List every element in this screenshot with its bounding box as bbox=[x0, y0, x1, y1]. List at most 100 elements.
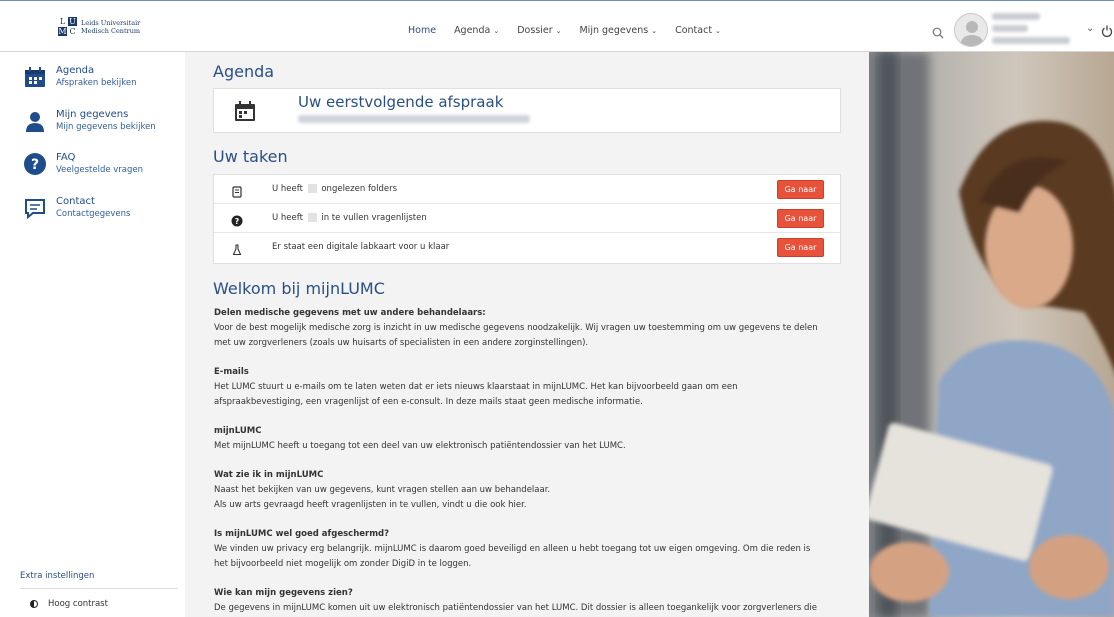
sidebar-item-title: Contact bbox=[56, 196, 95, 207]
next-appointment-card[interactable]: Uw eerstvolgende afspraak bbox=[213, 88, 841, 133]
section-line: het bijvoorbeeld niet mogelijk om zonder… bbox=[214, 559, 472, 569]
sidebar-item-contact[interactable]: Contact Contactgegevens bbox=[22, 195, 130, 221]
section-title: mijnLUMC bbox=[214, 426, 262, 436]
next-appointment-title: Uw eerstvolgende afspraak bbox=[298, 93, 504, 111]
high-contrast-toggle[interactable]: Hoog contrast bbox=[30, 599, 108, 609]
chevron-down-icon: ⌄ bbox=[493, 27, 500, 35]
high-contrast-label: Hoog contrast bbox=[48, 599, 108, 609]
section-title: Is mijnLUMC wel goed afgeschermd? bbox=[214, 529, 390, 539]
appointment-details-redacted bbox=[298, 115, 530, 123]
chevron-down-icon: ⌄ bbox=[715, 27, 721, 35]
lumc-logo[interactable]: L U M C Leids Universitair Medisch Centr… bbox=[58, 17, 140, 36]
section-line: Het LUMC stuurt u e-mails om te laten we… bbox=[214, 382, 738, 392]
task-text: Er staat een digitale labkaart voor u kl… bbox=[272, 242, 450, 252]
task-row: Er staat een digitale labkaart voor u kl… bbox=[214, 233, 840, 262]
sidebar-item-title: FAQ bbox=[56, 152, 76, 163]
nav-mijn-gegevens[interactable]: Mijn gegevens ⌄ bbox=[579, 25, 657, 36]
section-line: De gegevens in mijnLUMC komen uit uw ele… bbox=[214, 603, 817, 613]
section-line: met uw zorgverleners (zoals uw huisarts … bbox=[214, 338, 589, 348]
welcome-section: Is mijnLUMC wel goed afgeschermd? We vin… bbox=[214, 527, 849, 572]
task-row: U heeft ongelezen folders Ga naar bbox=[214, 175, 840, 204]
calendar-icon bbox=[232, 98, 258, 128]
nav-contact-label: Contact bbox=[675, 25, 713, 36]
user-avatar[interactable] bbox=[954, 13, 988, 47]
section-title: Wat zie ik in mijnLUMC bbox=[214, 470, 324, 480]
goto-folders-button[interactable]: Ga naar bbox=[777, 180, 824, 199]
agenda-heading: Agenda bbox=[213, 62, 275, 81]
section-line: Naast het bekijken van uw gegevens, kunt… bbox=[214, 485, 551, 495]
tasks-heading: Uw taken bbox=[213, 147, 288, 166]
welcome-heading: Welkom bij mijnLUMC bbox=[213, 279, 385, 298]
logo-text: Leids Universitair Medisch Centrum bbox=[81, 19, 140, 35]
logo-letter-l: L bbox=[58, 17, 67, 26]
question-icon: ? bbox=[231, 212, 243, 231]
search-icon[interactable] bbox=[932, 24, 944, 43]
top-navigation-bar: L U M C Leids Universitair Medisch Centr… bbox=[0, 0, 1114, 52]
chevron-down-icon[interactable]: ⌄ bbox=[1086, 23, 1094, 34]
task-prefix: U heeft bbox=[272, 213, 303, 223]
section-line: We vinden uw privacy erg belangrijk. mij… bbox=[214, 544, 811, 554]
sidebar-item-title: Agenda bbox=[56, 65, 95, 76]
nav-home[interactable]: Home bbox=[408, 25, 436, 36]
task-suffix: ongelezen folders bbox=[321, 184, 398, 194]
logo-mark: L U M C bbox=[58, 17, 77, 36]
welcome-text: Delen medische gegevens met uw andere be… bbox=[214, 306, 849, 617]
welcome-section: Delen medische gegevens met uw andere be… bbox=[214, 306, 849, 351]
nav-contact[interactable]: Contact ⌄ bbox=[675, 25, 721, 36]
sidebar-item-subtitle: Contactgegevens bbox=[56, 209, 131, 219]
main-nav: Home Agenda ⌄ Dossier ⌄ Mijn gegevens ⌄ Con… bbox=[408, 25, 721, 36]
logo-line-1: Leids Universitair bbox=[81, 18, 141, 27]
task-row: ? U heeft in te vullen vragenlijsten Ga … bbox=[214, 204, 840, 233]
logo-letter-u: U bbox=[68, 17, 77, 26]
question-icon: ? bbox=[22, 151, 48, 177]
svg-text:?: ? bbox=[31, 157, 39, 173]
logo-line-2: Medisch Centrum bbox=[81, 26, 141, 35]
calendar-icon bbox=[22, 64, 48, 90]
sidebar-item-subtitle: Afspraken bekijken bbox=[56, 78, 137, 88]
sidebar-item-subtitle: Mijn gegevens bekijken bbox=[56, 122, 156, 132]
section-line: Voor de best mogelijk medische zorg is i… bbox=[214, 323, 818, 333]
sidebar-item-title: Mijn gegevens bbox=[56, 109, 129, 120]
main-content: Agenda Uw eerstvolgende afspraak Uw take… bbox=[185, 52, 869, 617]
welcome-section: mijnLUMC Met mijnLUMC heeft u toegang to… bbox=[214, 424, 849, 454]
section-title: Wie kan mijn gegevens zien? bbox=[214, 588, 353, 598]
goto-labcard-button[interactable]: Ga naar bbox=[777, 238, 824, 257]
count-redacted bbox=[307, 184, 317, 193]
nav-home-label: Home bbox=[408, 25, 437, 36]
person-icon bbox=[22, 108, 48, 134]
section-title: Delen medische gegevens met uw andere be… bbox=[214, 308, 486, 318]
section-line: afspraakbevestiging, een vragenlijst of … bbox=[214, 397, 643, 407]
task-text: U heeft ongelezen folders bbox=[272, 184, 397, 194]
extra-settings-link[interactable]: Extra instellingen bbox=[20, 571, 94, 581]
logo-letter-c: C bbox=[68, 27, 77, 36]
divider bbox=[20, 588, 178, 589]
folder-icon bbox=[231, 183, 243, 202]
welcome-section: Wie kan mijn gegevens zien? De gegevens … bbox=[214, 586, 849, 616]
logo-letter-m: M bbox=[58, 27, 67, 36]
nav-dossier[interactable]: Dossier ⌄ bbox=[517, 25, 561, 36]
lab-flask-icon bbox=[231, 241, 243, 260]
tasks-card: U heeft ongelezen folders Ga naar ? U he… bbox=[213, 174, 841, 264]
goto-questionnaires-button[interactable]: Ga naar bbox=[777, 209, 824, 228]
sidebar-item-subtitle: Veelgestelde vragen bbox=[56, 165, 144, 175]
sidebar-item-agenda[interactable]: Agenda Afspraken bekijken bbox=[22, 64, 136, 90]
sidebar: Agenda Afspraken bekijken Mijn gegevens … bbox=[0, 52, 185, 617]
welcome-section: Wat zie ik in mijnLUMC Naast het bekijke… bbox=[214, 468, 849, 513]
svg-text:?: ? bbox=[235, 217, 240, 226]
chevron-down-icon: ⌄ bbox=[651, 27, 658, 35]
power-icon[interactable] bbox=[1101, 22, 1113, 41]
nav-dossier-label: Dossier bbox=[517, 25, 553, 36]
task-suffix: in te vullen vragenlijsten bbox=[321, 213, 427, 223]
section-title: E-mails bbox=[214, 367, 249, 377]
welcome-section: E-mails Het LUMC stuurt u e-mails om te … bbox=[214, 365, 849, 410]
nav-agenda[interactable]: Agenda ⌄ bbox=[454, 25, 499, 36]
chevron-down-icon: ⌄ bbox=[555, 27, 562, 35]
sidebar-item-mijn-gegevens[interactable]: Mijn gegevens Mijn gegevens bekijken bbox=[22, 108, 156, 134]
contrast-icon bbox=[30, 600, 38, 608]
nav-agenda-label: Agenda bbox=[454, 25, 491, 36]
section-line: Met mijnLUMC heeft u toegang tot een dee… bbox=[214, 441, 626, 451]
task-prefix: U heeft bbox=[272, 184, 303, 194]
hero-photo-woman-with-tablet bbox=[869, 52, 1114, 617]
nav-mijn-gegevens-label: Mijn gegevens bbox=[579, 25, 649, 36]
sidebar-item-faq[interactable]: ? FAQ Veelgestelde vragen bbox=[22, 151, 143, 177]
